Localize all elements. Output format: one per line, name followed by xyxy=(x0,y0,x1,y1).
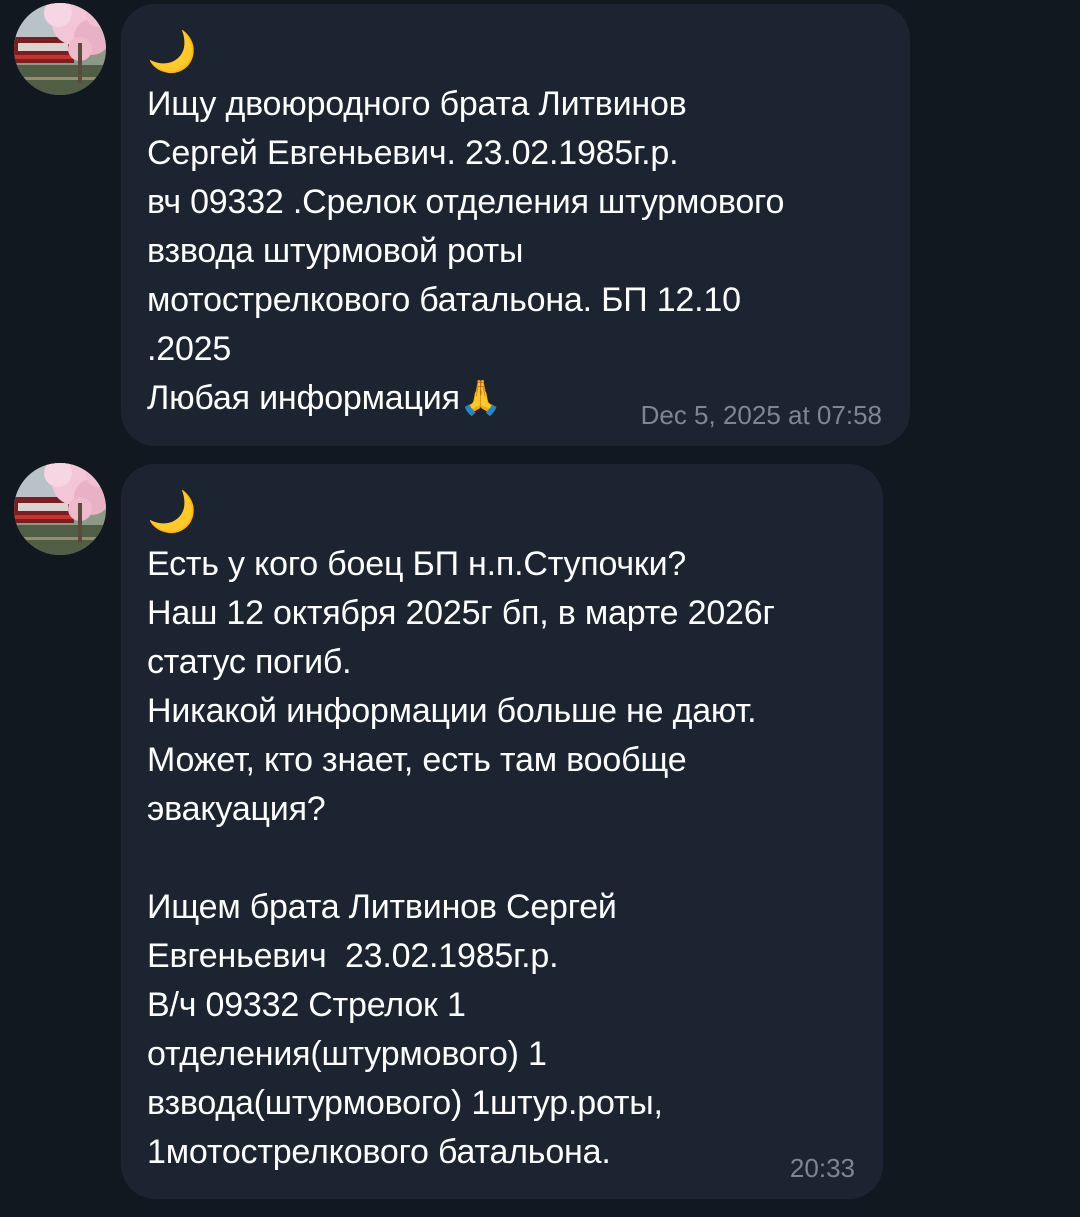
message-row: 🌙 Есть у кого боец БП н.п.Ступочки? Наш … xyxy=(0,0,1080,1217)
message-timestamp: 20:33 xyxy=(789,1153,855,1183)
sender-avatar[interactable] xyxy=(14,463,106,555)
message-bubble[interactable]: 🌙 Есть у кого боец БП н.п.Ступочки? Наш … xyxy=(121,464,883,1199)
moon-icon: 🌙 xyxy=(147,490,197,534)
cherry-blossom-train-image xyxy=(14,463,106,555)
message-text: Есть у кого боец БП н.п.Ступочки? Наш 12… xyxy=(147,545,775,1171)
